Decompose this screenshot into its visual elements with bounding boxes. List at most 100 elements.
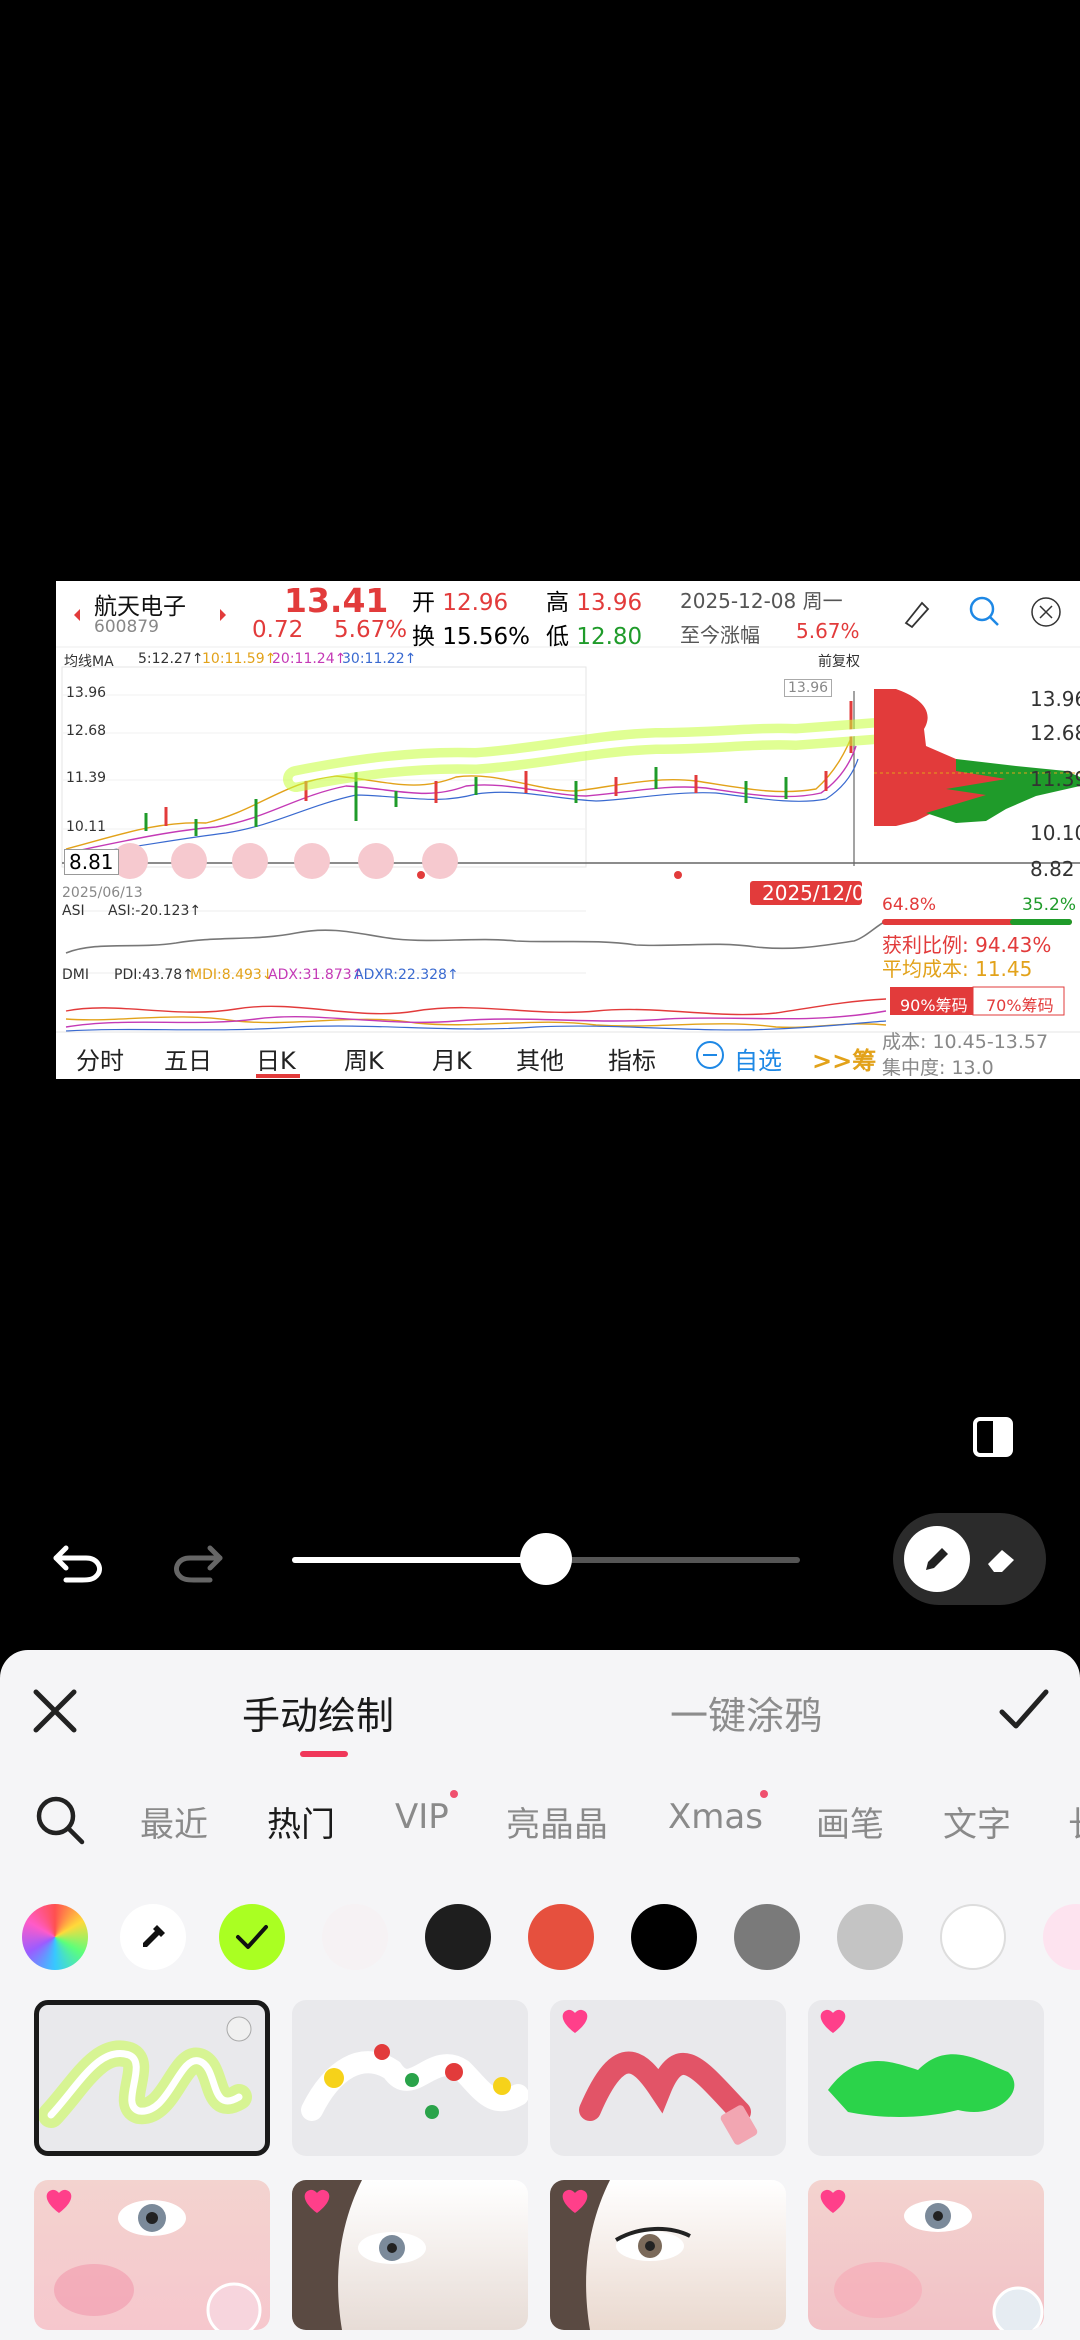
pdi-value: PDI:43.78↑ — [114, 967, 194, 983]
brush-card-blush[interactable] — [34, 2180, 270, 2330]
brush-size-fill — [292, 1557, 546, 1563]
color-wheel-swatch[interactable] — [22, 1904, 88, 1970]
tab-one-click-doodle[interactable]: 一键涂鸦 — [670, 1685, 822, 1740]
adx-value: ADX:31.873↑ — [268, 967, 364, 983]
cost-range: 10.45-13.57 — [932, 1031, 1049, 1053]
xmas-brush-preview — [301, 2044, 528, 2121]
start-date: 2025/06/13 — [62, 885, 143, 901]
profit-green-pct: 35.2% — [1022, 895, 1077, 915]
color-swatch-light-gray[interactable] — [837, 1904, 903, 1970]
adxr-value: ADXR:22.328↑ — [354, 967, 459, 983]
selected-check-icon — [236, 1925, 268, 1949]
color-swatch-dark-gray[interactable] — [425, 1904, 491, 1970]
right-axis-4: 8.82 — [1030, 857, 1075, 881]
ma30-value: 30:11.22↑ — [342, 651, 417, 667]
avg-cost-label: 平均成本: — [882, 957, 969, 981]
brush-card-glitter[interactable] — [808, 2180, 1044, 2330]
close-icon[interactable] — [32, 1688, 78, 1734]
tab-other[interactable]: 其他 — [516, 1041, 564, 1076]
open-value: 12.96 — [442, 590, 509, 616]
brush-card-neon[interactable] — [34, 2000, 270, 2156]
category-recent[interactable]: 最近 — [140, 1797, 208, 1846]
chips-button[interactable]: >>筹 — [812, 1041, 876, 1076]
stock-screenshot: 航天电子 600879 13.41 0.72 5.67% 开 12.96 换 1… — [56, 581, 1080, 1079]
ma-label[interactable]: 均线MA — [64, 651, 114, 671]
avg-cost-value: 11.45 — [975, 957, 1033, 981]
redo-icon[interactable] — [168, 1534, 224, 1586]
ma20-value: 20:11.24↑ — [272, 651, 347, 667]
color-swatch-black[interactable] — [631, 1904, 697, 1970]
chip-70-button[interactable]: 70%筹码 — [986, 992, 1054, 1016]
mdi-value: MDI:8.493↓ — [190, 967, 274, 983]
category-sparkle[interactable]: 亮晶晶 — [506, 1797, 608, 1846]
adjust-label[interactable]: 前复权 — [818, 651, 860, 671]
brush-card-lipstick[interactable] — [550, 2000, 786, 2156]
undo-icon[interactable] — [52, 1534, 108, 1586]
stock-code: 600879 — [94, 617, 159, 637]
compare-toggle-icon[interactable] — [973, 1417, 1013, 1457]
search-icon[interactable] — [34, 1794, 86, 1846]
brush-size-knob[interactable] — [520, 1533, 572, 1585]
open-label: 开 — [412, 590, 435, 616]
eyedropper-icon — [143, 1925, 165, 1947]
heart-icon — [304, 2189, 330, 2213]
tab-monthly-k[interactable]: 月K — [432, 1041, 472, 1076]
low-label: 低 — [546, 624, 569, 650]
turnover-value: 15.56% — [442, 624, 531, 650]
asi-label[interactable]: ASI — [62, 903, 85, 919]
color-swatch-red[interactable] — [528, 1904, 594, 1970]
pen-icon — [926, 1548, 948, 1570]
high-tag: 13.96 — [784, 679, 833, 697]
tab-daily-k[interactable]: 日K — [256, 1041, 296, 1076]
category-text[interactable]: 文字 — [943, 1797, 1011, 1846]
neon-brush-preview — [39, 2016, 252, 2128]
color-swatch-pale-pink[interactable] — [322, 1904, 388, 1970]
tab-intraday[interactable]: 分时 — [76, 1041, 124, 1076]
tab-five-day[interactable]: 五日 — [164, 1041, 212, 1076]
ma10-value: 10:11.59↑ — [202, 651, 277, 667]
since-pct: 5.67% — [796, 619, 860, 643]
category-hot[interactable]: 热门 — [267, 1797, 335, 1846]
right-axis-0: 13.96 — [1030, 687, 1080, 711]
cost-label: 成本: — [882, 1031, 927, 1053]
stock-change: 0.72 — [252, 617, 304, 643]
axis-label-3: 10.11 — [66, 819, 107, 835]
ma5-value: 5:12.27↑ — [138, 651, 204, 667]
brush-card-xmas[interactable] — [292, 2000, 528, 2156]
low-marker: 8.81 — [64, 849, 119, 875]
right-axis-3: 10.10 — [1030, 821, 1080, 845]
category-xmas[interactable]: Xmas — [668, 1797, 763, 1837]
brush-card-eyeliner[interactable] — [292, 2180, 528, 2330]
brush-card-wing-liner[interactable] — [550, 2180, 786, 2330]
tab-manual-draw[interactable]: 手动绘制 — [242, 1685, 394, 1740]
color-swatch-gray[interactable] — [734, 1904, 800, 1970]
category-vip[interactable]: VIP — [395, 1797, 449, 1837]
end-date: 2025/12/08 — [762, 881, 878, 905]
right-axis-2: 11.39 — [1030, 767, 1080, 791]
concentration-value: 13.0 — [951, 1057, 994, 1079]
eraser-icon[interactable] — [984, 1542, 1020, 1576]
profit-red-pct: 64.8% — [882, 895, 937, 915]
high-label: 高 — [546, 590, 569, 616]
tab-indicator[interactable]: 指标 — [608, 1041, 656, 1076]
tab-weekly-k[interactable]: 周K — [344, 1041, 384, 1076]
confirm-icon[interactable] — [998, 1686, 1050, 1734]
asi-value: ASI:-20.123↑ — [108, 903, 202, 919]
heart-icon — [562, 2009, 588, 2033]
heart-icon — [562, 2189, 588, 2213]
color-swatch-white[interactable] — [940, 1904, 1006, 1970]
active-tab-indicator — [300, 1751, 348, 1757]
category-more[interactable]: 长 — [1068, 1797, 1080, 1846]
watchlist-button[interactable]: 自选 — [734, 1041, 782, 1076]
axis-label-0: 13.96 — [66, 685, 107, 701]
stock-name[interactable]: 航天电子 — [94, 587, 186, 621]
concentration-label: 集中度: — [882, 1057, 946, 1079]
category-brush[interactable]: 画笔 — [816, 1797, 884, 1846]
brush-card-crayon[interactable] — [808, 2000, 1044, 2156]
chip-90-button[interactable]: 90%筹码 — [900, 992, 968, 1016]
turnover-label: 换 — [412, 624, 435, 650]
heart-icon — [46, 2189, 72, 2213]
since-label: 至今涨幅 — [680, 623, 760, 647]
category-xmas-new-dot — [760, 1790, 768, 1798]
dmi-label[interactable]: DMI — [62, 967, 89, 983]
